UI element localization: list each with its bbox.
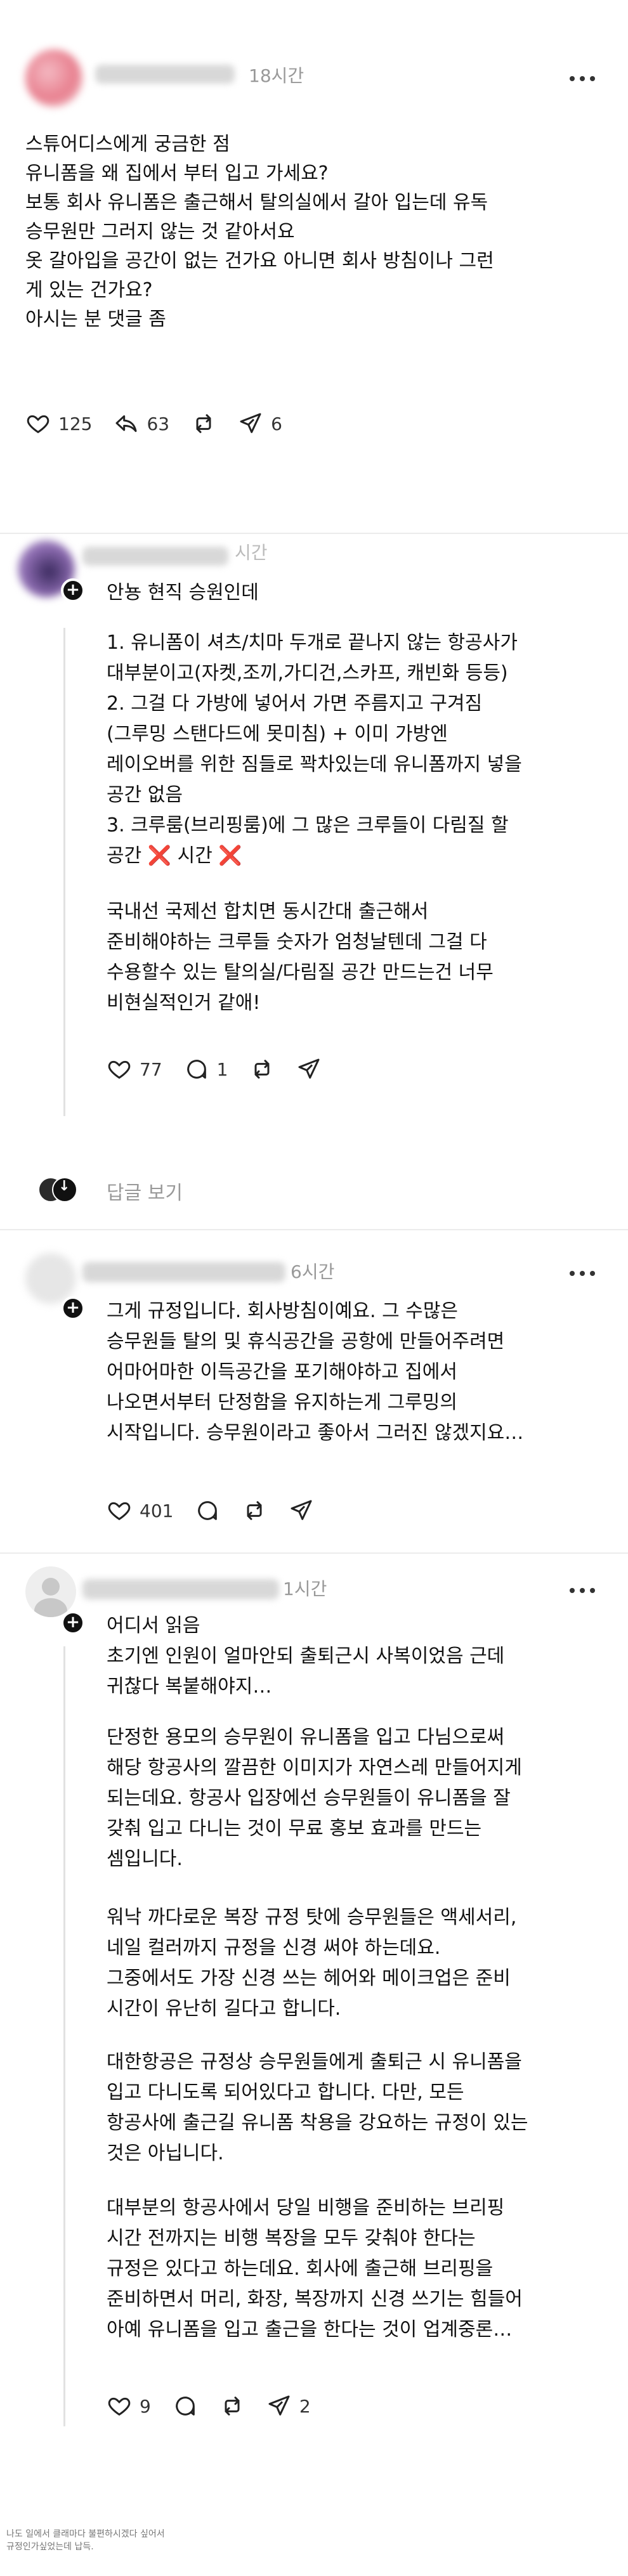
share-icon	[291, 1500, 312, 1520]
like-button[interactable]: 77	[107, 1057, 162, 1082]
repost-icon	[254, 1060, 270, 1079]
reply3-p2: 단정한 용모의 승무원이 유니폼을 입고 다님으로써 해당 항공사의 깔끔한 이…	[107, 1726, 522, 1870]
person-icon	[42, 1578, 60, 1596]
like-count: 77	[140, 1058, 162, 1080]
share-button[interactable]: 2	[266, 2393, 311, 2419]
reply2-text: 그게 규정입니다. 회사방침이예요. 그 수많은 승무원들 탈의 및 휴식공간을…	[107, 1300, 524, 1444]
reply1-title: 안뇽 현직 승원인데	[107, 582, 259, 604]
reply-icon	[115, 415, 137, 433]
comment-button[interactable]: 1	[184, 1057, 228, 1082]
more-icon[interactable]	[570, 1271, 595, 1277]
reply3-p3: 워낙 까다로운 복장 규정 탓에 승무원들은 액세서리, 네일 컬러까지 규정을…	[107, 1906, 517, 2020]
share-button[interactable]	[296, 1057, 322, 1082]
repost-button[interactable]	[242, 1498, 267, 1523]
reply3-username[interactable]	[82, 1579, 279, 1599]
reply2-actions: 401	[107, 1498, 336, 1523]
share-button[interactable]	[289, 1498, 314, 1523]
person-icon-body	[34, 1598, 67, 1617]
reply1-actions: 77 1	[107, 1057, 343, 1082]
footer-note: 나도 일에서 클래마다 불편하시겠다 싶어서 규정인가싶었는데 납득.	[6, 2529, 165, 2552]
like-button[interactable]: 401	[107, 1498, 173, 1523]
share-icon	[240, 413, 261, 433]
heart-icon	[108, 1060, 131, 1079]
like-count: 9	[140, 2395, 151, 2417]
reply-divider	[0, 1229, 628, 1230]
cross-emoji: ❌	[147, 845, 172, 867]
reply1-text1: 1. 유니폼이 셔츠/치마 두개로 끝나지 않는 항공사가 대부분이고(자켓,조…	[107, 632, 522, 836]
reply3-p4: 대한항공은 규정상 승무원들에게 출퇴근 시 유니폼을 입고 다니도록 되어있다…	[107, 2051, 528, 2164]
reply1-text1-last: 공간 ❌ 시간 ❌	[107, 841, 614, 871]
reply1-text2: 국내선 국제선 합치면 동시간대 출근해서 준비해야하는 크루들 숫자가 엄청날…	[107, 901, 494, 1014]
more-icon[interactable]	[570, 1588, 595, 1594]
reply-button[interactable]: 63	[114, 411, 169, 436]
share-icon	[298, 1058, 320, 1079]
post-text: 스튜어디스에게 궁금한 점 유니폼을 왜 집에서 부터 입고 가세요? 보통 회…	[25, 133, 494, 330]
post-username[interactable]	[95, 65, 235, 84]
repost-button[interactable]	[219, 2393, 245, 2419]
repost-button[interactable]	[249, 1057, 275, 1082]
reply3-time: 1시간	[283, 1578, 327, 1599]
share-button[interactable]: 6	[238, 411, 282, 436]
follow-plus-icon[interactable]: +	[61, 578, 85, 602]
like-count: 401	[140, 1500, 174, 1521]
share-count: 6	[271, 413, 282, 434]
repost-icon	[196, 414, 211, 433]
post-avatar[interactable]	[25, 49, 82, 107]
view-replies-link[interactable]: 답글 보기	[107, 1177, 183, 1205]
more-icon[interactable]	[570, 76, 595, 82]
post-actions: 125 63 6	[25, 411, 304, 436]
heart-icon	[27, 415, 49, 434]
reply3-avatar[interactable]	[25, 1566, 76, 1617]
reply2-username[interactable]	[82, 1262, 285, 1282]
follow-plus-icon[interactable]: +	[61, 1611, 85, 1635]
comment-button[interactable]	[173, 2393, 198, 2419]
thread-line	[63, 628, 65, 1116]
reply1-time: 시간	[235, 542, 268, 563]
comment-button[interactable]	[195, 1498, 220, 1523]
repost-icon	[247, 1501, 262, 1520]
heart-icon	[108, 2397, 131, 2416]
post-divider	[0, 533, 628, 534]
thread-line	[63, 1646, 65, 2426]
repost-icon	[225, 2397, 240, 2416]
reply3-title: 어디서 읽음	[107, 1615, 200, 1637]
like-count: 125	[58, 413, 93, 434]
comment-icon	[176, 2397, 195, 2416]
reply1-username[interactable]	[82, 547, 228, 566]
comment-icon	[198, 1501, 218, 1520]
like-button[interactable]: 125	[25, 411, 92, 436]
follow-plus-icon[interactable]: +	[61, 1296, 85, 1320]
reply3-p5: 대부분의 항공사에서 당일 비행을 준비하는 브리핑 시간 전까지는 비행 복장…	[107, 2197, 523, 2341]
comment-count: 1	[216, 1058, 228, 1080]
reply-count: 63	[147, 413, 170, 434]
reply2-time: 6시간	[291, 1261, 335, 1282]
repost-button[interactable]	[191, 411, 216, 436]
cross-emoji: ❌	[218, 845, 242, 867]
reply1-space-label: 공간	[107, 845, 142, 867]
comment-icon	[186, 1060, 206, 1079]
reply1-time-label: 시간	[177, 845, 213, 867]
post-time: 18시간	[249, 65, 304, 86]
chevron-down-icon: ↓	[58, 1178, 70, 1194]
share-count: 2	[299, 2395, 311, 2417]
reply3-p1: 초기엔 인원이 얼마안되 출퇴근시 사복이었음 근데 귀찮다 복붙해야지…	[107, 1645, 505, 1698]
heart-icon	[108, 1502, 131, 1521]
reply-divider	[0, 1552, 628, 1554]
reply-avatars[interactable]: ↓	[38, 1177, 82, 1202]
share-icon	[268, 2395, 290, 2416]
like-button[interactable]: 9	[107, 2393, 151, 2419]
reply3-actions: 9 2	[107, 2393, 332, 2419]
